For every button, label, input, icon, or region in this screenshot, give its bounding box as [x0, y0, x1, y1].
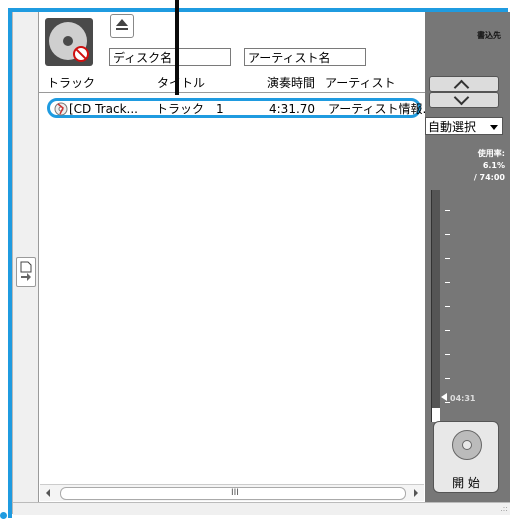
- current-time-marker: 04:31: [441, 393, 475, 403]
- disc-blocked-icon: [45, 18, 93, 66]
- auto-select-dropdown[interactable]: 自動選択: [425, 117, 503, 135]
- scroll-grip: III: [231, 488, 239, 498]
- col-track[interactable]: トラック: [47, 74, 95, 92]
- disc-name-field[interactable]: ディスク名: [109, 48, 231, 66]
- meter-tick: [445, 282, 450, 283]
- meter-tick: [445, 378, 450, 379]
- auto-select-label: 自動選択: [428, 120, 477, 134]
- artist-name-field[interactable]: アーティスト名: [244, 48, 366, 66]
- cell-duration: 4:31.70: [269, 102, 316, 116]
- cell-track: [CD Track...: [69, 102, 138, 116]
- disc-header: ディスク名 アーティスト名: [39, 12, 425, 74]
- col-duration[interactable]: 演奏時間: [267, 74, 315, 92]
- usage-readout: 使用率: 6.1% / 74:00: [474, 148, 505, 184]
- eject-button[interactable]: [110, 14, 134, 38]
- col-title[interactable]: タイトル: [157, 74, 205, 92]
- resize-grip-icon[interactable]: .::: [500, 504, 508, 513]
- meter-tick: [445, 306, 450, 307]
- total-time: / 74:00: [473, 173, 505, 182]
- add-to-burn-button[interactable]: [16, 257, 36, 287]
- usage-meter-fill: [432, 408, 440, 422]
- track-list-panel: ディスク名 アーティスト名 トラック タイトル 演奏時間 アーティスト [CD …: [38, 12, 426, 502]
- horizontal-scrollbar[interactable]: III: [40, 484, 424, 501]
- usage-meter: [431, 190, 440, 422]
- eject-icon: [116, 19, 128, 26]
- meter-tick: [445, 234, 450, 235]
- burn-side-panel: 書込先 自動選択 使用率: 6.1% / 74:00 04:31 開 始: [425, 12, 510, 502]
- move-up-button[interactable]: [429, 76, 499, 92]
- usage-percent: 6.1%: [482, 161, 505, 170]
- scroll-thumb[interactable]: III: [60, 487, 406, 500]
- usage-label: 使用率:: [477, 149, 505, 158]
- callout-line: [175, 0, 179, 95]
- start-burn-button[interactable]: 開 始: [433, 421, 499, 493]
- start-button-label: 開 始: [452, 476, 480, 490]
- callout-dot: [0, 512, 7, 519]
- chevron-down-icon: [490, 125, 498, 130]
- col-artist[interactable]: アーティスト: [325, 74, 396, 92]
- move-down-button[interactable]: [429, 92, 499, 108]
- burn-window: ディスク名 アーティスト名 トラック タイトル 演奏時間 アーティスト [CD …: [12, 12, 510, 515]
- meter-tick: [445, 330, 450, 331]
- cell-title: トラック 1: [156, 102, 224, 116]
- document-arrow-icon: [20, 261, 32, 281]
- cd-track-icon: [54, 102, 68, 116]
- column-header: トラック タイトル 演奏時間 アーティスト: [39, 74, 425, 93]
- meter-tick: [445, 258, 450, 259]
- table-row[interactable]: [CD Track... トラック 1 4:31.70 アーティスト情報.: [47, 98, 426, 118]
- scroll-right-icon[interactable]: [414, 489, 418, 497]
- burn-target-label: 書込先: [477, 31, 501, 40]
- scroll-left-icon[interactable]: [46, 489, 50, 497]
- meter-tick: [445, 210, 450, 211]
- meter-tick: [445, 354, 450, 355]
- cell-artist: アーティスト情報.: [328, 102, 427, 116]
- left-sidebar: [13, 12, 37, 502]
- status-bar: .::: [13, 502, 510, 515]
